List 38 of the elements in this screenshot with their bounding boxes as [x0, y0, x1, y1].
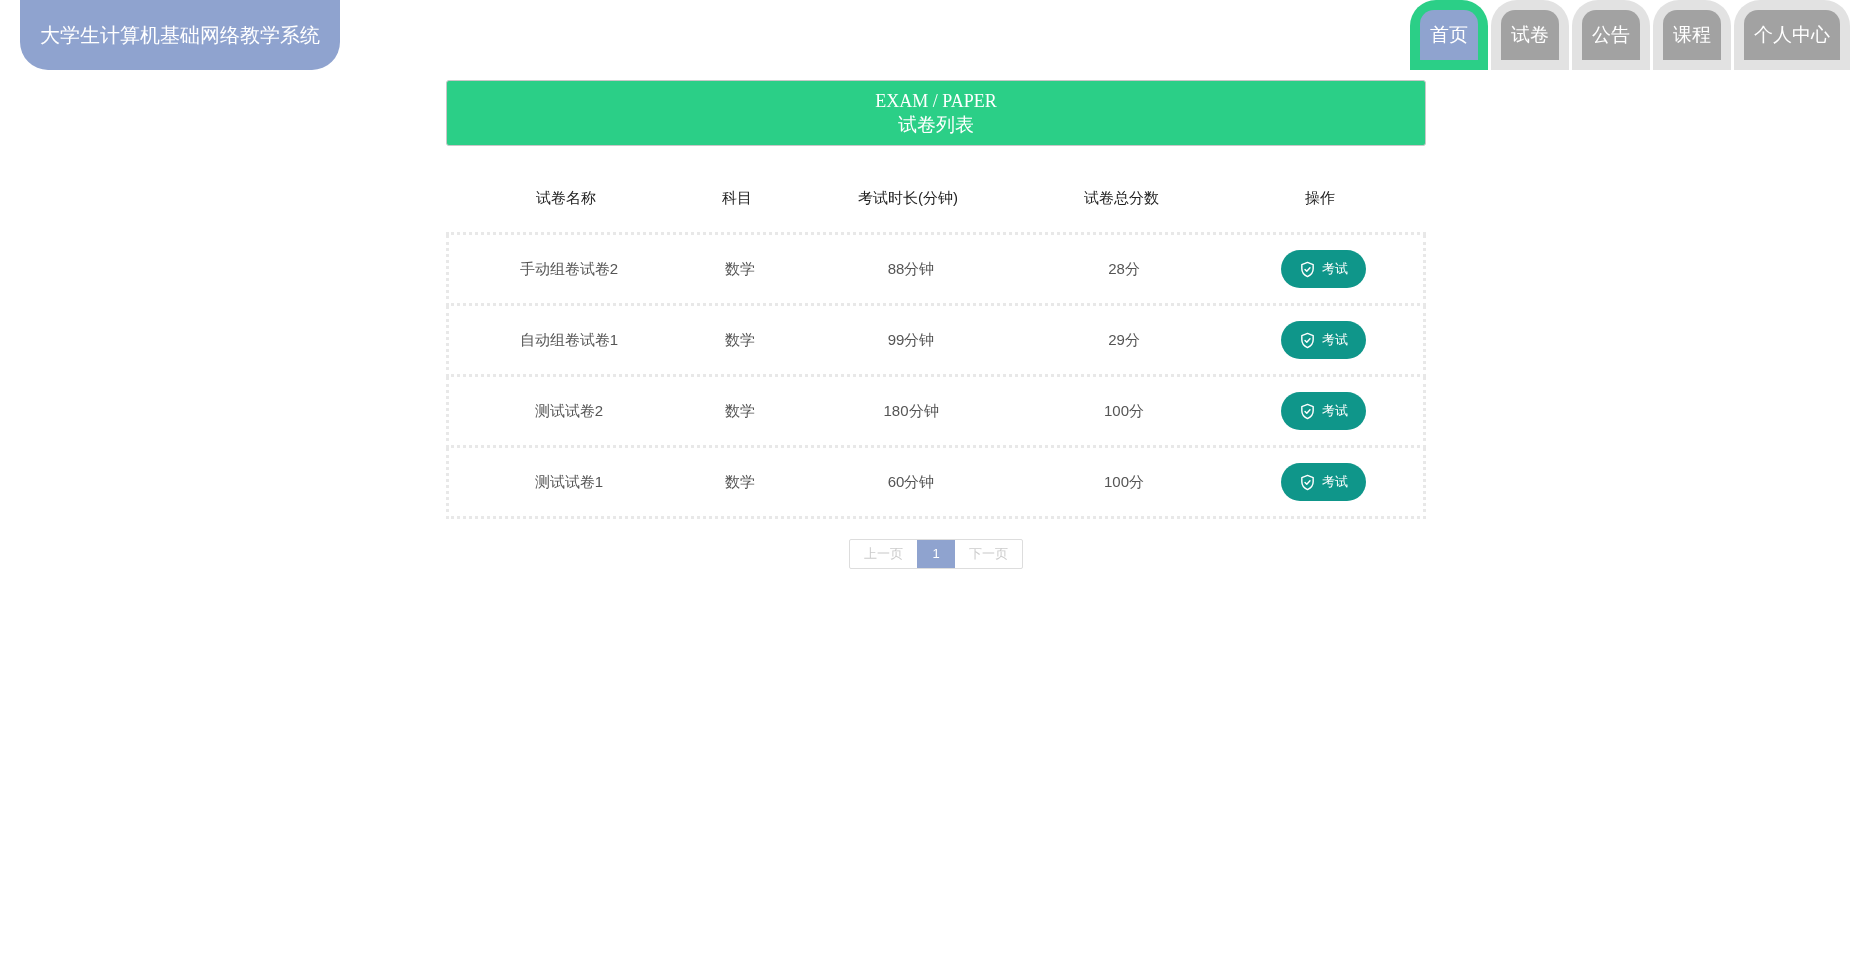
table-cell: 数学 [725, 330, 755, 348]
table-cell: 数学 [725, 259, 755, 277]
column-header: 科目 [722, 188, 752, 206]
table-cell: 100分 [1104, 401, 1144, 419]
shield-check-icon [1298, 402, 1316, 420]
exam-button[interactable]: 考试 [1280, 250, 1366, 288]
shield-check-icon [1298, 260, 1316, 278]
table-cell: 100分 [1104, 472, 1144, 490]
table-cell: 29分 [1108, 330, 1140, 348]
table-cell: 测试试卷2 [534, 401, 604, 419]
exam-button[interactable]: 考试 [1280, 392, 1366, 430]
nav-tab[interactable]: 试卷 [1491, 0, 1569, 70]
table-cell: 手动组卷试卷2 [519, 259, 619, 277]
banner-title: EXAM / PAPER [875, 90, 997, 113]
banner-subtitle: 试卷列表 [898, 113, 974, 137]
page-number[interactable]: 1 [917, 540, 955, 568]
column-header: 操作 [1305, 188, 1335, 206]
column-header: 考试时长(分钟) [858, 188, 958, 206]
table-cell: 自动组卷试卷1 [519, 330, 619, 348]
exam-button[interactable]: 考试 [1280, 463, 1366, 501]
table-cell: 99分钟 [887, 330, 935, 348]
nav-tab[interactable]: 个人中心 [1734, 0, 1850, 70]
table-cell: 60分钟 [887, 472, 935, 490]
column-header: 试卷名称 [536, 188, 596, 206]
table-cell: 180分钟 [883, 401, 939, 419]
table-cell: 数学 [725, 401, 755, 419]
shield-check-icon [1298, 473, 1316, 491]
site-title: 大学生计算机基础网络教学系统 [20, 0, 340, 70]
nav-tab[interactable]: 首页 [1410, 0, 1488, 70]
shield-check-icon [1298, 331, 1316, 349]
nav-tab[interactable]: 公告 [1572, 0, 1650, 70]
exam-button[interactable]: 考试 [1280, 321, 1366, 359]
table-cell: 88分钟 [887, 259, 935, 277]
nav-tab[interactable]: 课程 [1653, 0, 1731, 70]
table-cell: 28分 [1108, 259, 1140, 277]
column-header: 试卷总分数 [1083, 188, 1159, 206]
table-cell: 数学 [725, 472, 755, 490]
table-cell: 测试试卷1 [534, 472, 604, 490]
